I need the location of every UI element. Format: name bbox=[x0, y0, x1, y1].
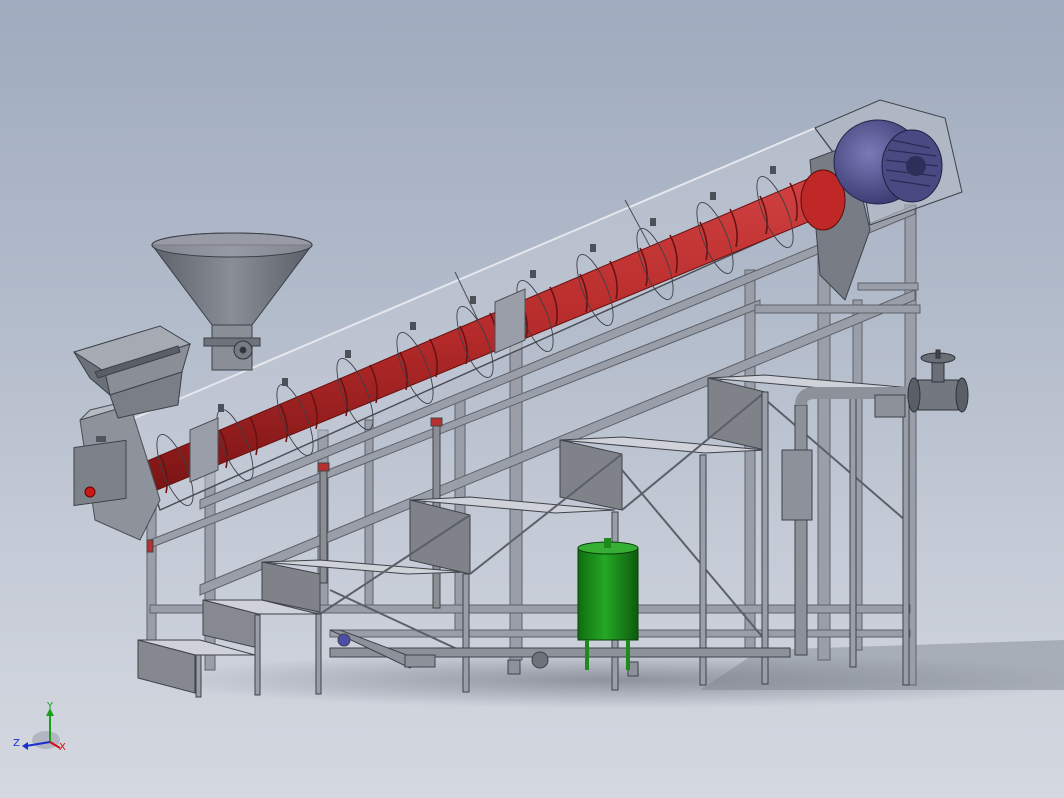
orientation-triad[interactable]: Y X Z bbox=[13, 701, 66, 753]
drive-end[interactable] bbox=[800, 99, 963, 301]
triad-y-label: Y bbox=[46, 701, 54, 712]
control-box[interactable] bbox=[73, 439, 127, 507]
triad-x-label: X bbox=[59, 742, 66, 753]
emergency-stop-button[interactable] bbox=[84, 486, 96, 498]
box-hopper[interactable] bbox=[72, 325, 192, 419]
screw-conveyor-assembly-model[interactable]: Y X Z bbox=[0, 0, 1064, 798]
triad-z-arrow bbox=[22, 742, 28, 750]
cad-viewport[interactable]: Y X Z bbox=[0, 0, 1064, 798]
gate-valve[interactable] bbox=[907, 349, 969, 413]
base-valve-wheel[interactable] bbox=[531, 651, 549, 669]
triad-z-label: Z bbox=[13, 738, 20, 749]
